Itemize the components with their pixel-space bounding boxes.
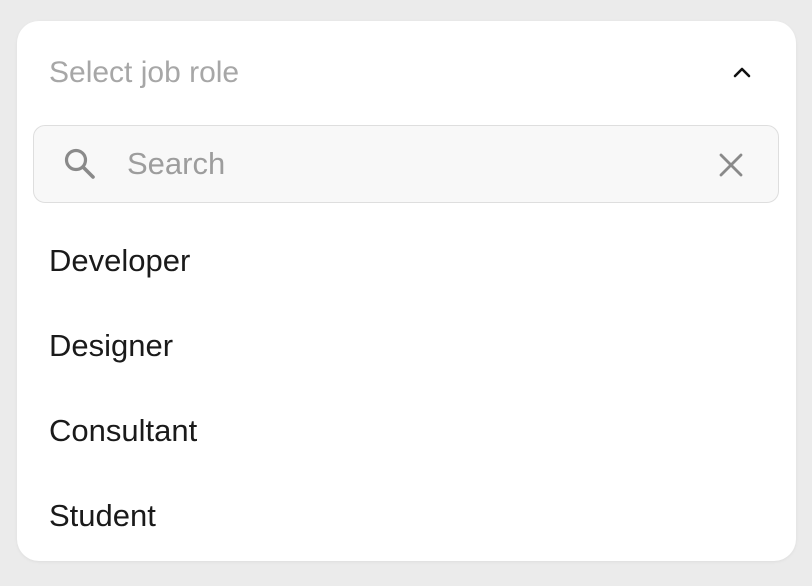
search-box <box>33 125 779 203</box>
option-developer[interactable]: Developer <box>17 219 796 304</box>
option-label: Designer <box>49 328 174 363</box>
job-role-dropdown: Select job role Developer Designer <box>17 21 796 561</box>
search-icon <box>62 146 98 182</box>
options-list: Developer Designer Consultant Student <box>17 219 796 559</box>
option-label: Developer <box>49 243 191 278</box>
dropdown-toggle[interactable]: Select job role <box>17 21 796 125</box>
option-designer[interactable]: Designer <box>17 304 796 389</box>
close-icon[interactable] <box>718 152 744 178</box>
option-label: Student <box>49 498 156 533</box>
option-student[interactable]: Student <box>17 474 796 559</box>
option-consultant[interactable]: Consultant <box>17 389 796 474</box>
dropdown-placeholder: Select job role <box>49 56 240 89</box>
search-input[interactable] <box>127 142 687 186</box>
option-label: Consultant <box>49 413 198 448</box>
chevron-up-icon[interactable] <box>731 61 753 83</box>
